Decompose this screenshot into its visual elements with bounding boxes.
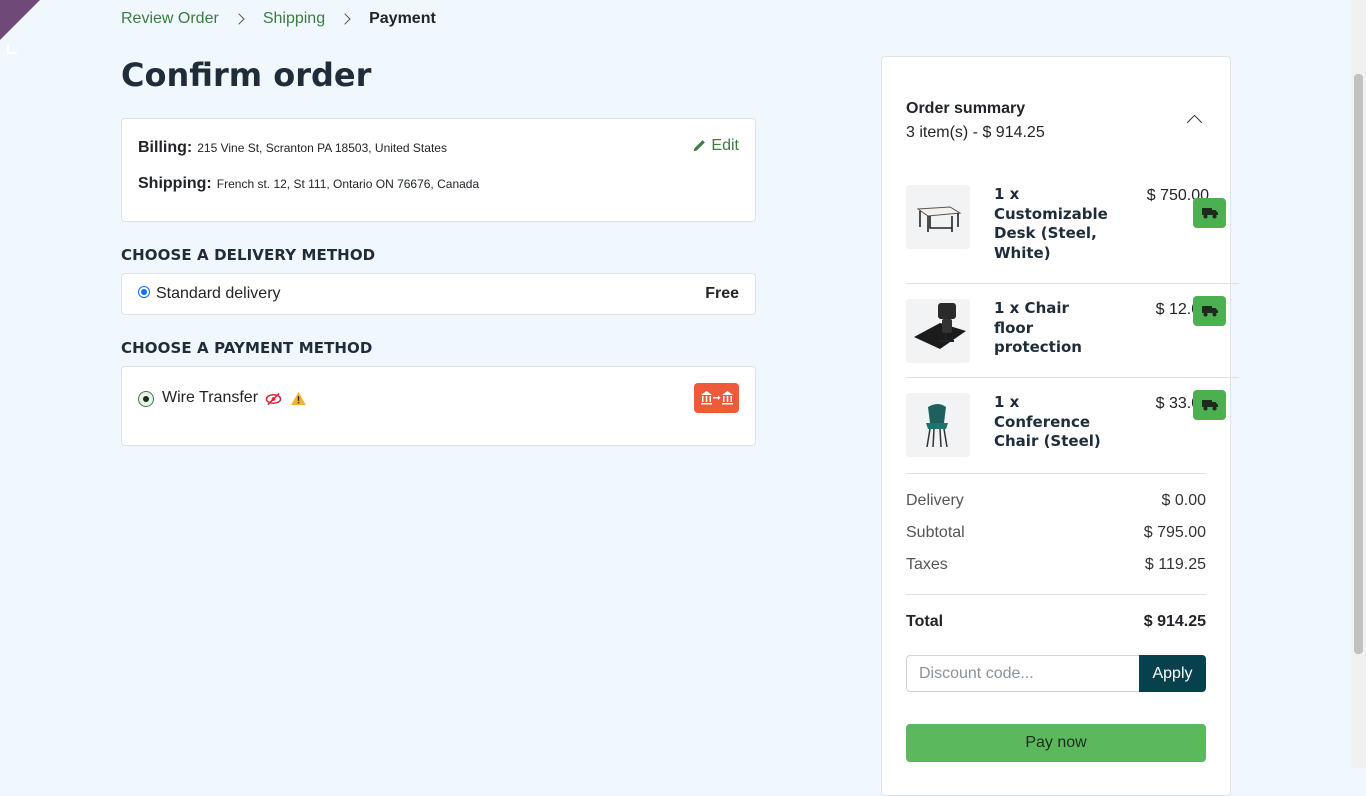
corner-icon [7, 44, 17, 54]
truck-icon[interactable] [1193, 296, 1226, 326]
debug-corner[interactable] [0, 0, 40, 54]
delivery-amount: $ 0.00 [1161, 492, 1206, 509]
total-amount: $ 914.25 [1143, 613, 1206, 630]
breadcrumb-shipping[interactable]: Shipping [263, 10, 325, 28]
discount-form: Apply [906, 655, 1206, 692]
pencil-icon [694, 140, 706, 152]
total-label: Total [906, 613, 944, 630]
item-divider [906, 377, 1239, 378]
order-summary-count: 3 item(s) - $ 914.25 [906, 124, 1045, 141]
payment-heading: CHOOSE A PAYMENT METHOD [121, 339, 373, 357]
pay-now-button[interactable]: Pay now [906, 724, 1206, 762]
chevron-right-icon [233, 13, 245, 25]
warning-icon [291, 391, 306, 406]
summary-divider [906, 594, 1206, 595]
product-image-conference-chair[interactable] [906, 393, 970, 457]
item-divider [906, 283, 1239, 284]
billing-address: 215 Vine St, Scranton PA 18503, United S… [197, 141, 447, 155]
billing-row: Billing: 215 Vine St, Scranton PA 18503,… [138, 139, 447, 157]
payment-radio[interactable] [138, 391, 154, 407]
truck-icon[interactable] [1193, 390, 1226, 420]
total-row: Total $ 914.25 [906, 613, 1206, 631]
order-summary-title: Order summary [906, 100, 1026, 117]
delivery-method-name: Standard delivery [156, 285, 281, 302]
chevron-up-icon[interactable] [1186, 114, 1203, 131]
eye-slash-icon [265, 392, 282, 405]
edit-label: Edit [711, 137, 739, 154]
discount-code-input[interactable] [906, 655, 1139, 692]
shipping-row: Shipping: French st. 12, St 111, Ontario… [138, 175, 479, 193]
scrollbar[interactable] [1351, 0, 1366, 768]
billing-label: Billing: [138, 139, 193, 156]
item-name[interactable]: 1 x Conference Chair (Steel) [994, 393, 1104, 452]
delivery-option[interactable]: Standard delivery Free [121, 273, 756, 315]
subtotal-amount: $ 795.00 [1143, 524, 1206, 541]
page-title: Confirm order [121, 56, 372, 94]
subtotal-row: Subtotal $ 795.00 [906, 524, 1206, 542]
taxes-label: Taxes [906, 556, 948, 573]
delivery-price: Free [705, 285, 739, 302]
delivery-row: Delivery $ 0.00 [906, 492, 1206, 510]
breadcrumb-payment: Payment [369, 10, 436, 27]
taxes-amount: $ 119.25 [1144, 556, 1206, 573]
item-name[interactable]: 1 x Customizable Desk (Steel, White) [994, 185, 1108, 263]
breadcrumb: Review Order Shipping Payment [121, 10, 436, 28]
payment-status-icons [265, 391, 307, 406]
truck-icon[interactable] [1193, 198, 1226, 228]
taxes-row: Taxes $ 119.25 [906, 556, 1206, 574]
payment-method-name: Wire Transfer [162, 389, 259, 406]
scrollbar-thumb[interactable] [1354, 74, 1363, 654]
delivery-label: Delivery [906, 492, 964, 509]
apply-discount-button[interactable]: Apply [1139, 655, 1206, 692]
product-image-desk[interactable] [906, 185, 970, 249]
edit-address-link[interactable]: Edit [692, 137, 739, 155]
breadcrumb-review-order[interactable]: Review Order [121, 10, 219, 28]
bank-transfer-icon [694, 383, 739, 413]
order-summary: Order summary 3 item(s) - $ 914.25 1 x C… [881, 56, 1239, 796]
summary-divider [906, 473, 1206, 474]
product-image-floor-protection[interactable] [906, 299, 970, 363]
delivery-heading: CHOOSE A DELIVERY METHOD [121, 246, 376, 264]
payment-option[interactable]: Wire Transfer [121, 366, 756, 446]
delivery-radio[interactable] [138, 286, 150, 298]
shipping-label: Shipping: [138, 175, 212, 192]
item-name[interactable]: 1 x Chair floor protection [994, 299, 1104, 358]
address-card: Billing: 215 Vine St, Scranton PA 18503,… [121, 118, 756, 222]
shipping-address: French st. 12, St 111, Ontario ON 76676,… [216, 177, 480, 191]
chevron-right-icon [339, 13, 351, 25]
subtotal-label: Subtotal [906, 524, 965, 541]
